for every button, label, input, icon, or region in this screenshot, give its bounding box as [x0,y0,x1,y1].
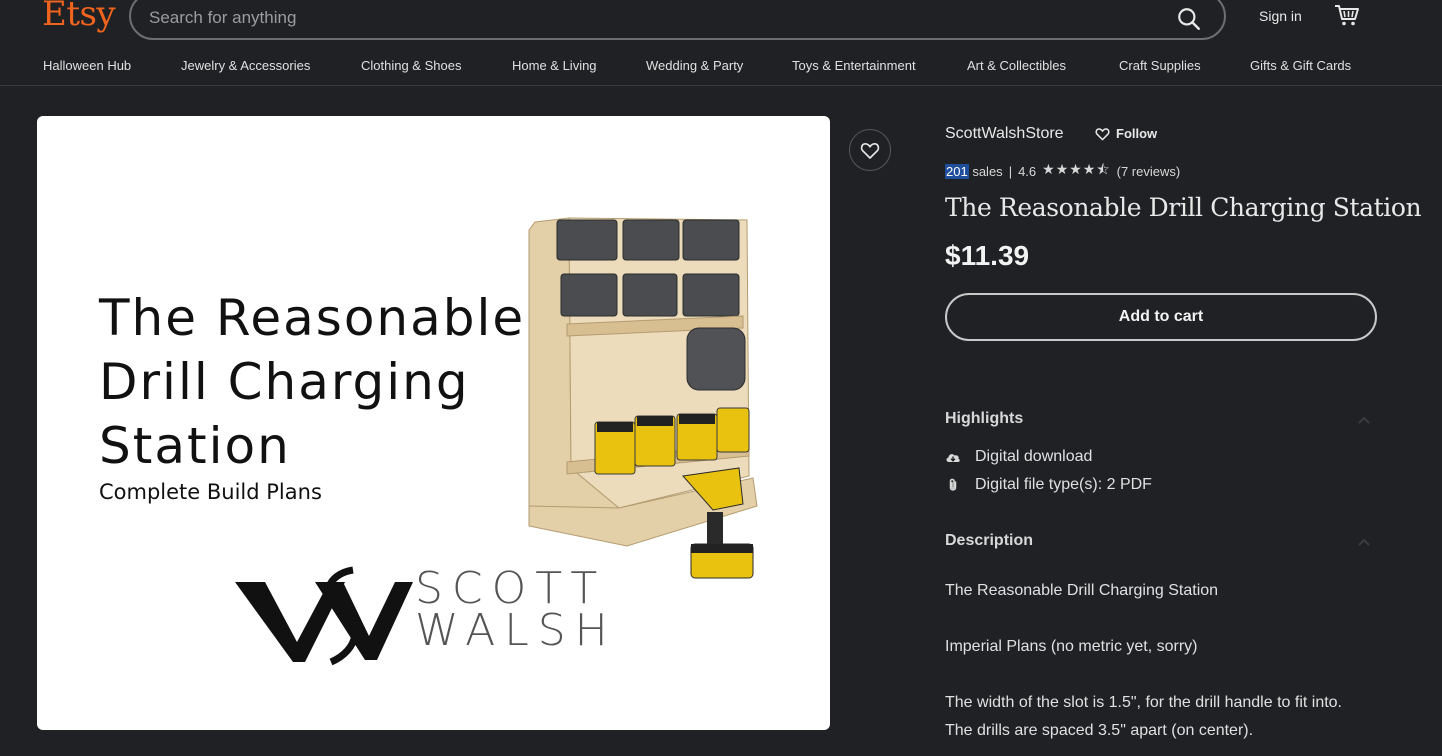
product-price: $11.39 [945,240,1030,271]
image-subtitle-text: Complete Build Plans [99,480,322,504]
nav-item-jewelry[interactable]: Jewelry & Accessories [181,58,361,73]
scott-walsh-logo-mark [235,566,413,666]
cloud-download-icon [946,454,960,462]
image-title-text: The Reasonable Drill Charging Station [99,289,526,475]
cart-icon[interactable] [1334,3,1360,27]
highlight-label: Digital file type(s): 2 PDF [975,476,1152,493]
chevron-up-icon[interactable] [1358,538,1370,546]
follow-button[interactable]: Follow [1095,126,1157,141]
description-line: The Reasonable Drill Charging Station [945,582,1219,599]
nav-item-art[interactable]: Art & Collectibles [967,58,1119,73]
description-line: The width of the slot is 1.5", for the d… [945,694,1342,711]
nav-item-toys[interactable]: Toys & Entertainment [792,58,967,73]
rating-value: 4.6 [1018,163,1037,179]
description-heading[interactable]: Description [945,532,1033,550]
paperclip-icon [949,478,957,491]
shop-stats: 201 sales | 4.6 ★★★★⯪ (7 reviews) [945,159,1180,183]
nav-item-halloween-hub[interactable]: Halloween Hub [43,58,181,73]
heart-outline-icon [1095,127,1110,140]
etsy-logo[interactable]: Etsy [42,0,116,34]
nav-item-clothing[interactable]: Clothing & Shoes [361,58,512,73]
add-to-cart-button[interactable]: Add to cart [945,293,1377,341]
heart-icon [860,143,880,159]
nav-item-craft-supplies[interactable]: Craft Supplies [1119,58,1250,73]
site-header: Etsy Sign in Halloween Hub Jewelry & Acc… [0,0,1442,86]
shop-name-link[interactable]: ScottWalshStore [945,125,1064,143]
sales-label: sales [972,163,1003,179]
highlight-label: Digital download [975,448,1093,465]
search-input[interactable] [149,6,1149,30]
highlight-file-type: Digital file type(s): 2 PDF [945,476,1152,494]
nav-item-wedding-party[interactable]: Wedding & Party [646,58,792,73]
reviews-link[interactable]: (7 reviews) [1117,164,1181,179]
description-line: The drills are spaced 3.5" apart (on cen… [945,722,1254,739]
product-title: The Reasonable Drill Charging Station [945,193,1422,222]
search-icon[interactable] [1176,6,1202,32]
listing-image[interactable]: The Reasonable Drill Charging Station Co… [37,116,830,730]
sign-in-link[interactable]: Sign in [1259,8,1302,24]
category-nav: Halloween Hub Jewelry & Accessories Clot… [43,58,1351,73]
favorite-button[interactable] [849,129,891,171]
follow-label: Follow [1116,126,1158,141]
sales-count: 201 [945,163,969,179]
charging-station-illustration [528,217,758,579]
highlights-heading[interactable]: Highlights [945,410,1023,428]
search-bar [129,0,1226,40]
star-rating-icon[interactable]: ★★★★⯪ [1042,159,1110,183]
highlight-digital-download: Digital download [945,448,1092,466]
nav-item-gifts[interactable]: Gifts & Gift Cards [1250,58,1351,73]
chevron-up-icon[interactable] [1358,416,1370,424]
stats-separator: | [1008,163,1013,179]
description-line: Imperial Plans (no metric yet, sorry) [945,638,1198,655]
nav-item-home-living[interactable]: Home & Living [512,58,646,73]
